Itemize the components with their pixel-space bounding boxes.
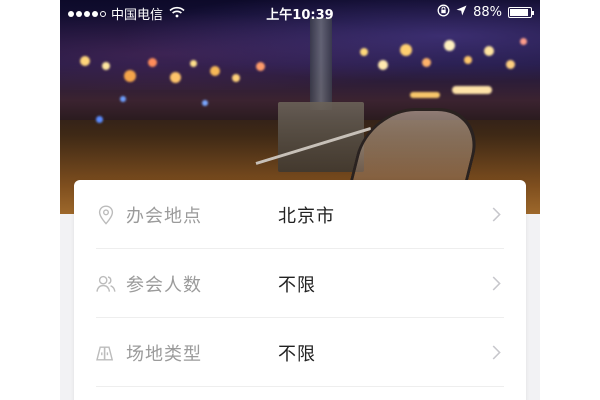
battery-icon bbox=[508, 7, 534, 18]
status-right: 88% bbox=[437, 4, 534, 21]
row-value: 北京市 bbox=[278, 205, 335, 227]
meeting-filter-card: 办会地点 北京市 参会人数 不限 场地类型 不限 bbox=[74, 180, 526, 400]
battery-percentage: 88% bbox=[473, 5, 502, 20]
status-bar: 中国电信 上午10:39 88% bbox=[60, 0, 540, 24]
chevron-right-icon bbox=[488, 345, 504, 360]
chevron-right-icon bbox=[488, 276, 504, 291]
location-pin-icon bbox=[96, 204, 116, 225]
row-divider bbox=[96, 386, 504, 387]
chevron-right-icon bbox=[488, 207, 504, 222]
location-arrow-icon bbox=[456, 5, 467, 20]
hero-post bbox=[278, 102, 364, 172]
row-value: 不限 bbox=[278, 343, 316, 365]
row-venue-type[interactable]: 场地类型 不限 bbox=[96, 318, 504, 387]
people-icon bbox=[96, 274, 116, 294]
row-meeting-location[interactable]: 办会地点 北京市 bbox=[96, 180, 504, 249]
row-value: 不限 bbox=[278, 274, 316, 296]
venue-type-icon bbox=[96, 343, 116, 363]
hero-pillar bbox=[310, 18, 332, 110]
battery-fill bbox=[510, 9, 528, 16]
row-label: 参会人数 bbox=[126, 274, 202, 296]
row-attendee-count[interactable]: 参会人数 不限 bbox=[96, 249, 504, 318]
row-label: 办会地点 bbox=[126, 205, 202, 227]
row-label: 场地类型 bbox=[126, 343, 202, 365]
rotation-lock-icon bbox=[437, 4, 450, 21]
phone-screen: 中国电信 上午10:39 88% 办会地点 北京市 参会人数 不限 场地类型 不… bbox=[60, 0, 540, 400]
